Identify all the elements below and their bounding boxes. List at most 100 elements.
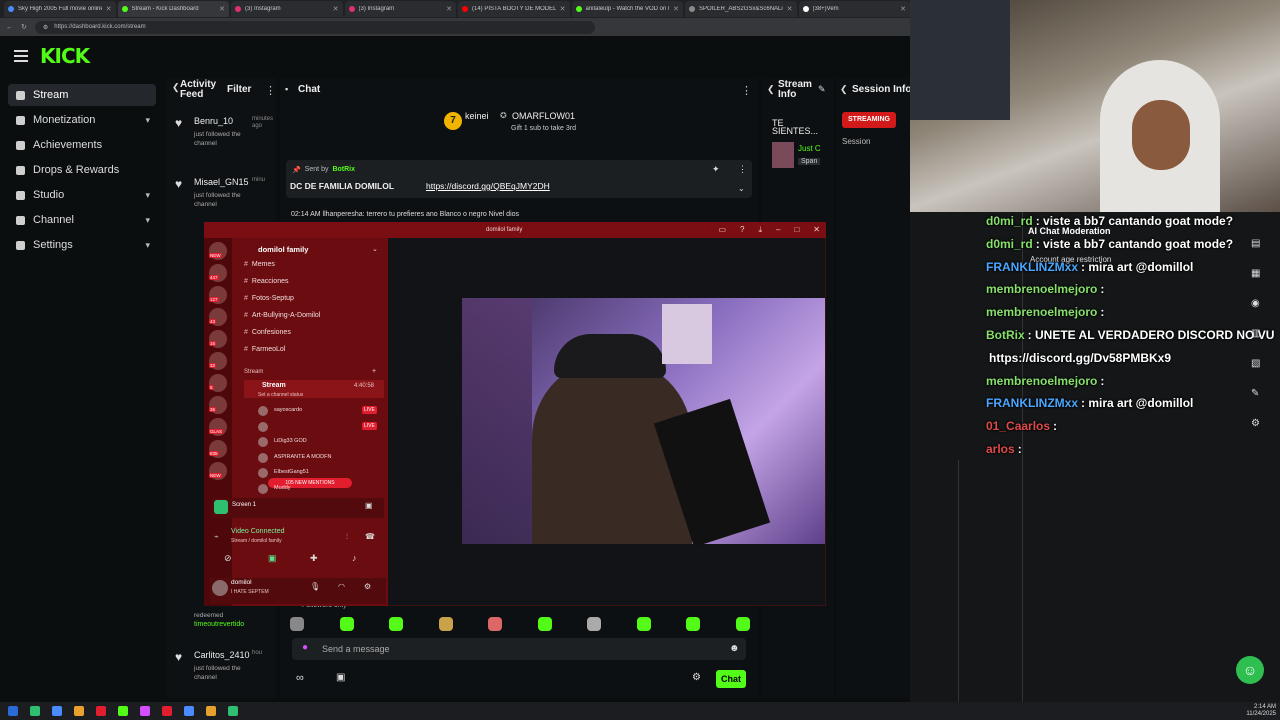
microphone-icon[interactable]: ●	[302, 642, 308, 653]
close-tab-icon[interactable]: ✕	[900, 5, 906, 13]
discord-channel[interactable]: # FarmeoLol	[244, 346, 285, 353]
taskbar-app-icon[interactable]	[74, 706, 84, 716]
server-icon[interactable]: 447	[209, 264, 227, 282]
overlay-tool-icon[interactable]: ✎	[1251, 388, 1259, 399]
help-icon[interactable]: ?	[740, 225, 744, 235]
server-icon[interactable]: GLAS	[209, 418, 227, 436]
gift-user[interactable]: keinei	[465, 111, 489, 121]
browser-tab[interactable]: (3) Instagram ✕	[231, 1, 343, 17]
browser-tab[interactable]: Sky High 2005 Full movie online ✕	[4, 1, 116, 17]
sidebar-item-drops-rewards[interactable]: Drops & Rewards	[8, 159, 156, 181]
camera-off-icon[interactable]: ⊘	[224, 553, 232, 564]
taskbar-app-icon[interactable]	[206, 706, 216, 716]
kick-logo[interactable]: KICK	[40, 44, 90, 68]
emote-icon[interactable]	[339, 617, 354, 631]
overlay-tool-icon[interactable]: ▥	[1251, 328, 1260, 339]
discord-channel[interactable]: # Confesiones	[244, 329, 291, 336]
emote-icon[interactable]	[537, 617, 552, 631]
server-icon[interactable]: 36	[209, 396, 227, 414]
server-icon[interactable]: 835	[209, 440, 227, 458]
taskbar-app-icon[interactable]	[162, 706, 172, 716]
close-tab-icon[interactable]: ✕	[106, 5, 112, 13]
microphone-icon[interactable]: 🎙	[310, 582, 320, 591]
server-icon[interactable]: 5	[209, 374, 227, 392]
chevron-down-icon[interactable]: ⌄	[372, 245, 378, 253]
avatar[interactable]	[258, 406, 268, 416]
overlay-tool-icon[interactable]: ◉	[1251, 298, 1260, 309]
sidebar-item-stream[interactable]: Stream	[8, 84, 156, 106]
site-info-icon[interactable]: ⚙	[43, 24, 48, 31]
inbox-icon[interactable]: ▭	[718, 225, 726, 235]
emote-icon[interactable]	[488, 617, 503, 631]
taskbar-app-icon[interactable]	[228, 706, 238, 716]
server-icon[interactable]: 43	[209, 308, 227, 326]
discord-channel[interactable]: # Art-Bullying-A-Domilol	[244, 312, 320, 319]
sidebar-item-settings[interactable]: Settings ▾	[8, 234, 156, 256]
unpin-icon[interactable]: ✦	[712, 164, 720, 175]
taskbar-app-icon[interactable]	[96, 706, 106, 716]
avatar[interactable]	[258, 421, 268, 432]
category-label[interactable]: Stream	[244, 369, 263, 375]
reload-icon[interactable]: ↻	[21, 23, 27, 31]
activities-icon[interactable]: ✚	[310, 553, 318, 564]
category-name[interactable]: Just C	[798, 144, 821, 153]
chevron-down-icon[interactable]: ⌄	[738, 184, 745, 193]
category-thumbnail[interactable]	[772, 142, 794, 168]
server-icon[interactable]: 32	[209, 352, 227, 370]
emote-icon[interactable]	[587, 617, 602, 631]
filter-button[interactable]: Filter	[227, 84, 251, 95]
discord-server-name[interactable]: domilol family	[258, 245, 308, 254]
stop-share-icon[interactable]: ▣	[365, 501, 373, 510]
user-icon[interactable]: ∞	[296, 672, 304, 684]
close-tab-icon[interactable]: ✕	[446, 5, 452, 13]
download-icon[interactable]: ⤓	[758, 225, 762, 235]
edit-icon[interactable]: ✎	[818, 84, 826, 95]
activity-user[interactable]: Carlitos_2410	[194, 650, 250, 660]
more-icon[interactable]: ⋮	[741, 84, 752, 97]
more-icon[interactable]: ⋮	[738, 164, 747, 175]
noise-icon[interactable]: ⫶	[346, 532, 348, 542]
taskbar-app-icon[interactable]	[52, 706, 62, 716]
pinned-link[interactable]: https://discord.gg/QBEqJMY2DH	[426, 181, 550, 191]
avatar[interactable]	[212, 580, 228, 596]
browser-tab[interactable]: SPOILER_ABS2GSx&Sc6ÑALiOr ✕	[685, 1, 797, 17]
url-field[interactable]: ⚙ https://dashboard.kick.com/stream	[34, 20, 595, 34]
emote-icon[interactable]	[735, 617, 750, 631]
menu-icon[interactable]	[14, 50, 28, 62]
activity-user[interactable]: Misael_GN15	[194, 177, 249, 187]
back-icon[interactable]: ←	[6, 24, 13, 31]
taskbar-app-icon[interactable]	[140, 706, 150, 716]
discord-channel[interactable]: # Memes	[244, 261, 275, 268]
close-tab-icon[interactable]: ✕	[787, 5, 793, 13]
settings-icon[interactable]: ⚙	[364, 582, 371, 591]
overlay-tool-icon[interactable]: ▧	[1251, 358, 1260, 369]
avatar[interactable]	[258, 483, 268, 494]
browser-tab[interactable]: (38+)Vem ✕	[798, 1, 910, 17]
avatar[interactable]	[258, 452, 268, 463]
server-icon[interactable]: NEW	[209, 242, 227, 260]
server-icon[interactable]: 16	[209, 330, 227, 348]
overlay-tool-icon[interactable]: ▦	[1251, 268, 1260, 279]
more-icon[interactable]: ⋮	[265, 84, 276, 97]
server-icon[interactable]: 127	[209, 286, 227, 304]
avatar[interactable]	[258, 437, 268, 447]
voice-channel-path[interactable]: Stream / domilol family	[231, 538, 282, 544]
close-tab-icon[interactable]: ✕	[560, 5, 566, 13]
screen-share-video[interactable]	[462, 298, 825, 548]
browser-tab[interactable]: Stream - Kick Dashboard ✕	[117, 1, 229, 17]
discord-channel[interactable]: # Reacciones	[244, 278, 288, 285]
taskbar-app-icon[interactable]	[30, 706, 40, 716]
avatar[interactable]	[258, 468, 268, 478]
channel-status-hint[interactable]: Set a channel status	[258, 392, 303, 398]
sidebar-item-studio[interactable]: Studio ▾	[8, 184, 156, 206]
support-chat-icon[interactable]: ☺	[1236, 656, 1264, 684]
send-chat-button[interactable]: Chat	[716, 670, 746, 688]
gift-icon[interactable]: ▣	[336, 672, 345, 683]
chevron-left-icon[interactable]: ❮	[840, 84, 848, 95]
taskbar-app-icon[interactable]	[118, 706, 128, 716]
server-icon[interactable]: NEW	[209, 462, 227, 480]
overlay-tool-icon[interactable]: ▤	[1251, 238, 1260, 249]
emote-icon[interactable]	[389, 617, 404, 631]
discord-channel[interactable]: # Fotos-Septup	[244, 295, 294, 302]
settings-icon[interactable]: ⚙	[692, 672, 701, 683]
